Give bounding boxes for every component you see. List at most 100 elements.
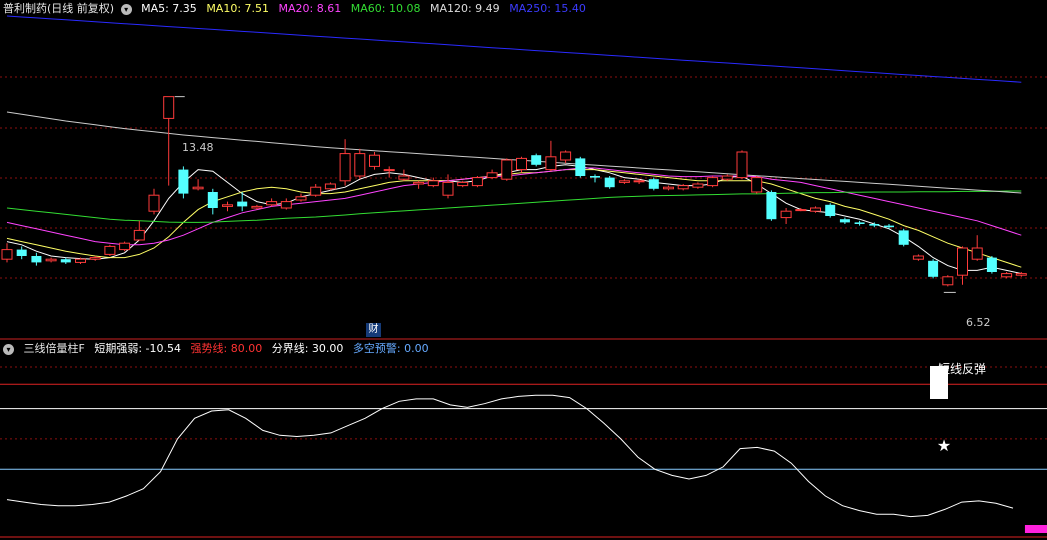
ma10-label: MA10: 7.51 xyxy=(206,2,270,15)
indicator-name: 三线倍量柱F xyxy=(23,342,85,355)
candle xyxy=(618,179,630,184)
candle xyxy=(192,179,204,191)
candle-body xyxy=(471,177,483,187)
candle-body xyxy=(104,245,116,255)
candle-body xyxy=(810,207,821,212)
candle xyxy=(736,150,748,180)
candle xyxy=(163,96,175,186)
candle-body xyxy=(310,186,322,196)
candle-body xyxy=(648,179,659,189)
candle-body xyxy=(869,224,880,226)
candle xyxy=(912,254,924,261)
candle-body xyxy=(339,153,351,182)
candle-body xyxy=(912,255,924,260)
warning-label: 多空预警: 0.00 xyxy=(352,342,429,355)
candle-body xyxy=(75,258,86,263)
candle-body xyxy=(531,155,542,165)
rebound-label: 短线反弹 xyxy=(938,362,987,376)
indicator-grid xyxy=(0,366,1047,538)
indicator-chart[interactable]: ★ xyxy=(0,340,1047,540)
candle xyxy=(942,275,954,287)
high-price-label: 13.48 xyxy=(182,141,214,154)
indicator-header: ▾ 三线倍量柱F 短期强弱: -10.54 强势线: 80.00 分界线: 30… xyxy=(3,342,435,356)
candle xyxy=(295,193,307,202)
candlestick-chart[interactable] xyxy=(0,0,1047,340)
candle xyxy=(16,246,27,260)
candle xyxy=(1001,272,1013,279)
candle-body xyxy=(736,151,748,179)
candle-body xyxy=(590,176,600,178)
ma120-label: MA120: 9.49 xyxy=(429,2,500,15)
candle-body xyxy=(928,260,939,277)
candle xyxy=(839,217,850,224)
candle-body xyxy=(369,154,380,167)
indicator-marks: ★ xyxy=(6,366,1047,533)
ma5-label: MA5: 7.35 xyxy=(141,2,197,15)
candle-body xyxy=(457,181,469,187)
candle-body xyxy=(266,201,278,206)
candle-body xyxy=(178,169,189,194)
candle xyxy=(324,182,336,191)
candle xyxy=(237,192,248,212)
candle-body xyxy=(604,177,615,188)
candle-body xyxy=(721,175,733,180)
candle xyxy=(766,190,777,221)
candle-body xyxy=(986,257,997,272)
candle xyxy=(1,243,13,263)
candle xyxy=(928,259,939,279)
ma60-label: MA60: 10.08 xyxy=(350,2,421,15)
candle-body xyxy=(192,186,204,190)
candle xyxy=(207,188,218,215)
candle-body xyxy=(677,185,689,190)
event-badge[interactable]: 财 xyxy=(366,323,381,337)
candle xyxy=(986,256,997,274)
chevron-down-icon[interactable]: ▾ xyxy=(3,343,14,355)
star-icon: ★ xyxy=(937,436,951,455)
ma-line-ma250 xyxy=(6,15,1022,83)
candle-body xyxy=(148,194,160,212)
candle-body xyxy=(795,209,807,212)
candle-body xyxy=(16,249,27,256)
candle-body xyxy=(839,219,850,223)
candle xyxy=(119,241,131,252)
candle xyxy=(339,139,351,186)
candle-body xyxy=(942,276,954,286)
candle-body xyxy=(575,158,586,176)
candle-body xyxy=(237,201,248,207)
candle-body xyxy=(486,172,498,179)
candle xyxy=(957,246,968,285)
candle xyxy=(222,201,233,212)
candle xyxy=(780,208,792,224)
candle xyxy=(369,152,380,170)
candle-body xyxy=(957,247,968,276)
candle xyxy=(104,244,116,256)
candle xyxy=(280,198,292,210)
candle-body xyxy=(163,96,175,119)
candle xyxy=(575,156,586,178)
candle xyxy=(45,257,57,263)
candle xyxy=(60,257,71,264)
candle-body xyxy=(751,177,763,193)
candle-body xyxy=(60,259,71,263)
candle-body xyxy=(971,247,983,260)
candle-body xyxy=(692,183,704,188)
moving-average-lines xyxy=(6,15,1022,275)
chevron-down-icon[interactable]: ▾ xyxy=(120,3,132,15)
candle-body xyxy=(780,210,792,219)
candle xyxy=(721,174,733,181)
candles xyxy=(1,96,1027,287)
candle xyxy=(148,188,160,215)
candle xyxy=(898,228,909,247)
candle-body xyxy=(898,230,909,245)
candle-body xyxy=(766,192,777,220)
warning-band xyxy=(1024,525,1047,533)
candle xyxy=(707,176,719,188)
candle xyxy=(531,153,542,167)
candle-body xyxy=(1,249,13,260)
candle xyxy=(31,252,42,266)
ma250-label: MA250: 15.40 xyxy=(509,2,586,15)
candle xyxy=(133,220,145,241)
candle-body xyxy=(89,257,101,260)
boundary-label: 分界线: 30.00 xyxy=(271,342,344,355)
candle-body xyxy=(413,181,425,185)
